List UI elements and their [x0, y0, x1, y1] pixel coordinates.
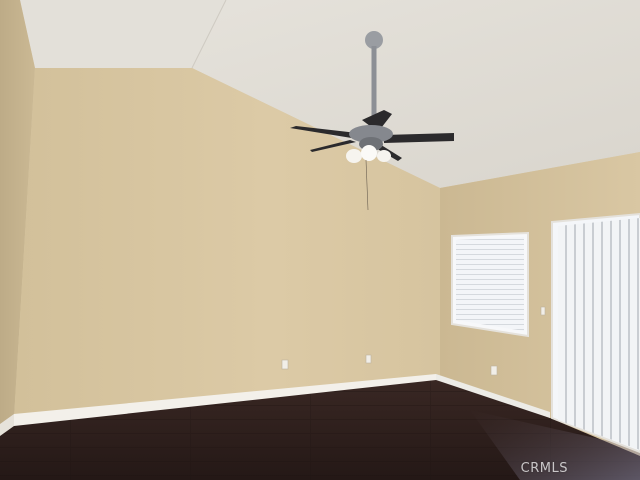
- room-illustration: [0, 0, 640, 480]
- window: [451, 231, 529, 338]
- sliding-door-vertical-blinds: [551, 212, 640, 454]
- watermark: CRMLS: [520, 461, 568, 476]
- room-photo: CRMLS: [0, 0, 640, 480]
